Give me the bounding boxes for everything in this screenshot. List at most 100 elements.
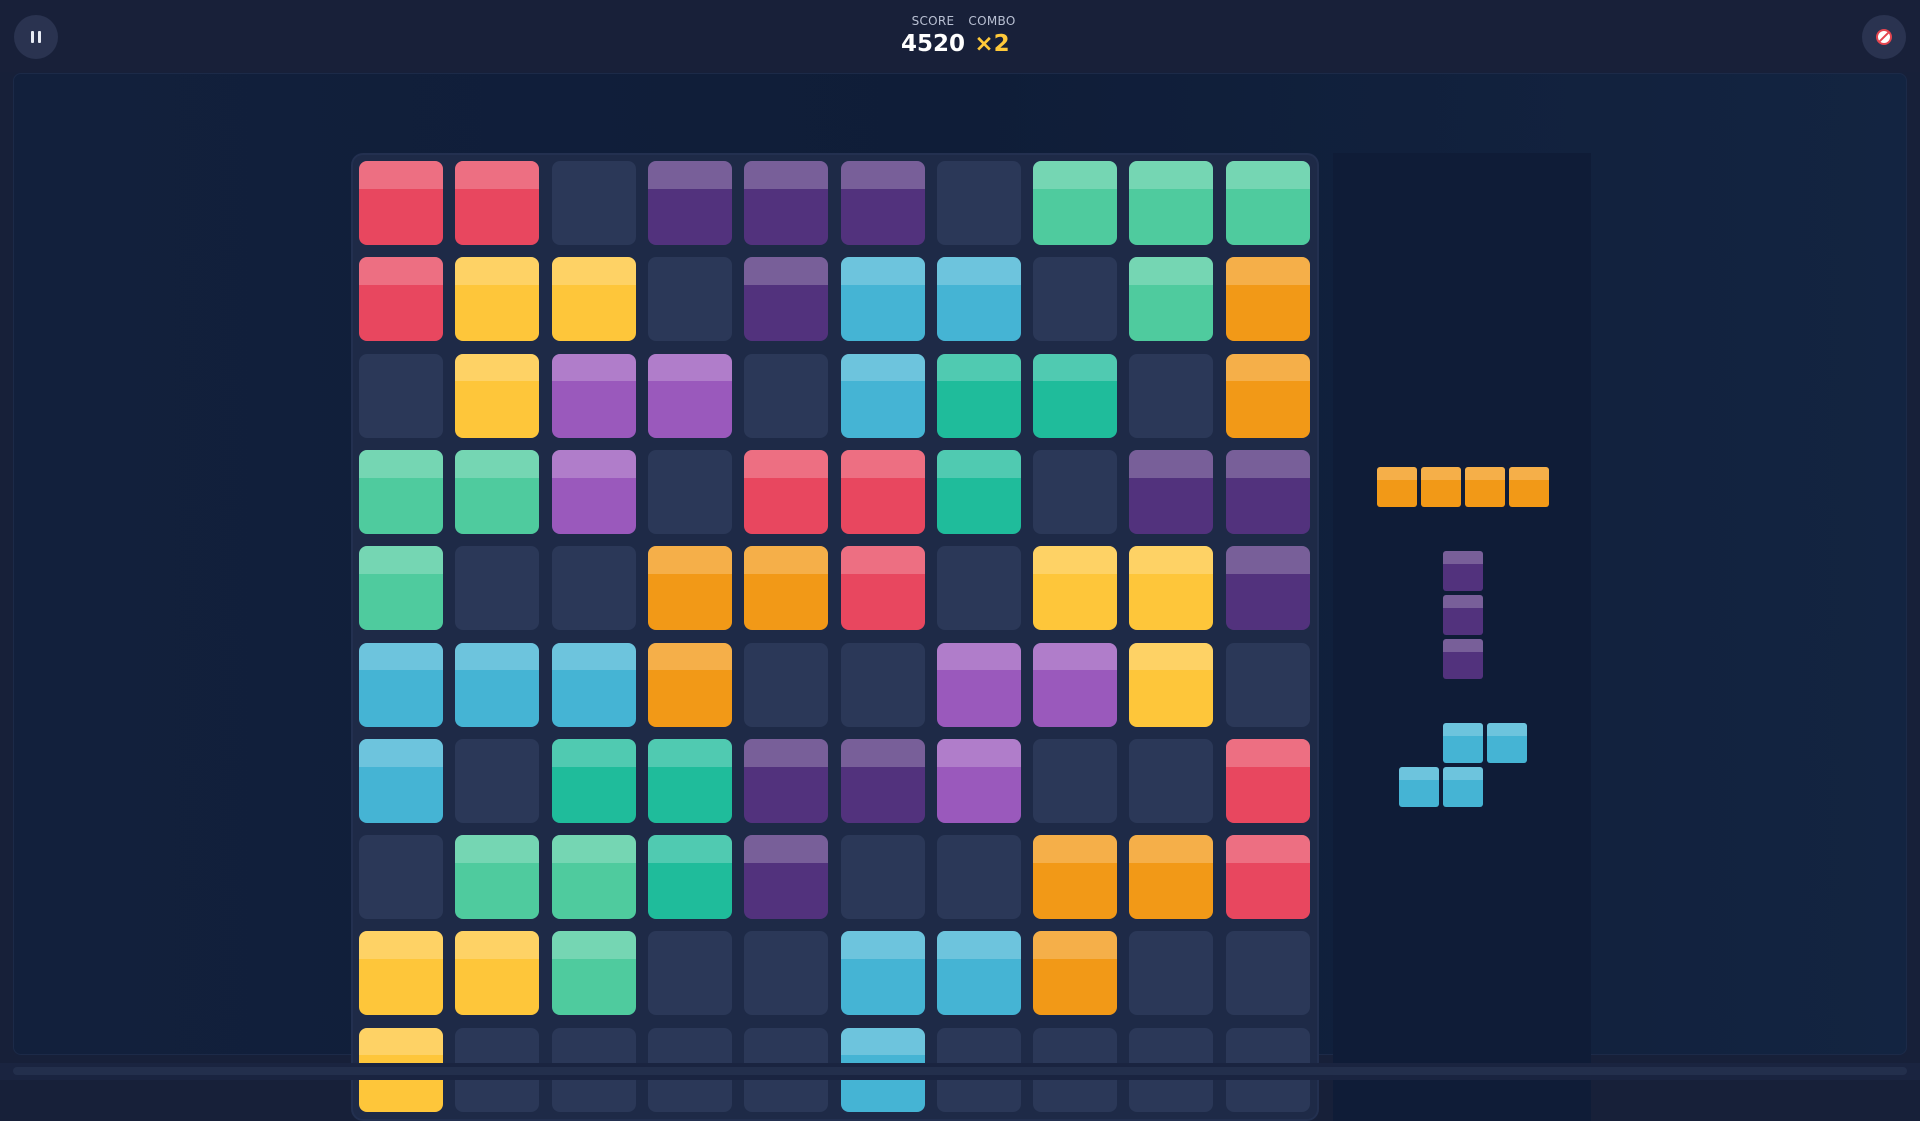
board-cell-empty[interactable] [647, 931, 732, 1016]
board-cell-blue[interactable] [936, 931, 1021, 1016]
board-cell-empty[interactable] [359, 835, 443, 920]
board-cell-purple[interactable] [647, 161, 732, 245]
board-cell-teal[interactable] [936, 353, 1021, 438]
board-cell-empty[interactable] [744, 931, 829, 1016]
board-cell-empty[interactable] [1225, 642, 1310, 727]
top-bar: SCORE 4520 COMBO ×2 [0, 0, 1920, 72]
board-cell-green[interactable] [551, 931, 636, 1016]
game-board[interactable] [353, 155, 1317, 1119]
board-cell-violet[interactable] [551, 353, 636, 438]
board-cell-green[interactable] [1225, 161, 1310, 245]
board-cell-green[interactable] [359, 449, 443, 534]
board-cell-blue[interactable] [936, 257, 1021, 342]
board-cell-empty[interactable] [840, 835, 925, 920]
board-cell-yellow[interactable] [359, 931, 443, 1016]
board-cell-empty[interactable] [1129, 353, 1214, 438]
board-cell-blue[interactable] [840, 257, 925, 342]
board-cell-purple[interactable] [744, 835, 829, 920]
board-cell-purple[interactable] [840, 161, 925, 245]
board-cell-teal[interactable] [647, 835, 732, 920]
board-cell-purple[interactable] [744, 257, 829, 342]
board-cell-orange[interactable] [1033, 835, 1118, 920]
board-cell-empty[interactable] [840, 642, 925, 727]
board-cell-orange[interactable] [744, 546, 829, 631]
board-cell-empty[interactable] [744, 642, 829, 727]
board-cell-purple[interactable] [1225, 546, 1310, 631]
board-cell-empty[interactable] [359, 353, 443, 438]
board-cell-yellow[interactable] [455, 353, 540, 438]
board-cell-violet[interactable] [936, 642, 1021, 727]
board-cell-yellow[interactable] [1033, 546, 1118, 631]
board-cell-orange[interactable] [1033, 931, 1118, 1016]
board-cell-empty[interactable] [455, 546, 540, 631]
board-cell-empty[interactable] [1033, 257, 1118, 342]
board-cell-yellow[interactable] [551, 257, 636, 342]
board-cell-green[interactable] [551, 835, 636, 920]
pause-icon [31, 31, 34, 43]
board-cell-violet[interactable] [1033, 642, 1118, 727]
board-cell-purple[interactable] [840, 738, 925, 823]
mute-button[interactable] [1862, 15, 1906, 59]
board-cell-violet[interactable] [936, 738, 1021, 823]
board-cell-empty[interactable] [551, 546, 636, 631]
board-cell-red[interactable] [840, 449, 925, 534]
piece-block [1465, 467, 1505, 507]
board-cell-empty[interactable] [647, 449, 732, 534]
board-cell-yellow[interactable] [1129, 642, 1214, 727]
board-cell-red[interactable] [359, 161, 443, 245]
board-cell-yellow[interactable] [455, 257, 540, 342]
board-cell-purple[interactable] [1225, 449, 1310, 534]
board-cell-red[interactable] [1225, 738, 1310, 823]
board-cell-orange[interactable] [1225, 353, 1310, 438]
pause-icon-bar [38, 31, 41, 43]
pause-button[interactable] [14, 15, 58, 59]
board-cell-green[interactable] [1129, 161, 1214, 245]
board-cell-violet[interactable] [647, 353, 732, 438]
board-cell-empty[interactable] [1033, 738, 1118, 823]
board-cell-yellow[interactable] [1129, 546, 1214, 631]
board-cell-orange[interactable] [647, 642, 732, 727]
board-cell-blue[interactable] [840, 353, 925, 438]
board-cell-purple[interactable] [1129, 449, 1214, 534]
board-cell-green[interactable] [455, 449, 540, 534]
board-cell-blue[interactable] [551, 642, 636, 727]
board-cell-teal[interactable] [551, 738, 636, 823]
bottom-bar [0, 1063, 1920, 1080]
board-cell-red[interactable] [840, 546, 925, 631]
board-cell-teal[interactable] [647, 738, 732, 823]
board-cell-red[interactable] [455, 161, 540, 245]
board-cell-green[interactable] [359, 546, 443, 631]
board-cell-blue[interactable] [359, 642, 443, 727]
board-cell-teal[interactable] [936, 449, 1021, 534]
board-cell-purple[interactable] [744, 738, 829, 823]
board-cell-orange[interactable] [647, 546, 732, 631]
board-cell-blue[interactable] [359, 738, 443, 823]
board-cell-empty[interactable] [744, 353, 829, 438]
board-cell-violet[interactable] [551, 449, 636, 534]
board-cell-empty[interactable] [1033, 449, 1118, 534]
board-cell-red[interactable] [744, 449, 829, 534]
board-cell-red[interactable] [1225, 835, 1310, 920]
board-cell-green[interactable] [1033, 161, 1118, 245]
board-cell-green[interactable] [455, 835, 540, 920]
board-cell-empty[interactable] [647, 257, 732, 342]
board-cell-empty[interactable] [1225, 931, 1310, 1016]
board-cell-green[interactable] [1129, 257, 1214, 342]
piece-block [1443, 639, 1483, 679]
board-cell-teal[interactable] [1033, 353, 1118, 438]
board-cell-yellow[interactable] [455, 931, 540, 1016]
board-cell-purple[interactable] [744, 161, 829, 245]
board-cell-blue[interactable] [840, 931, 925, 1016]
board-cell-blue[interactable] [455, 642, 540, 727]
piece-block [1443, 595, 1483, 635]
board-cell-empty[interactable] [551, 161, 636, 245]
board-cell-orange[interactable] [1129, 835, 1214, 920]
board-cell-empty[interactable] [1129, 738, 1214, 823]
board-cell-empty[interactable] [1129, 931, 1214, 1016]
board-cell-empty[interactable] [936, 161, 1021, 245]
board-cell-orange[interactable] [1225, 257, 1310, 342]
board-cell-empty[interactable] [455, 738, 540, 823]
board-cell-red[interactable] [359, 257, 443, 342]
board-cell-empty[interactable] [936, 546, 1021, 631]
board-cell-empty[interactable] [936, 835, 1021, 920]
